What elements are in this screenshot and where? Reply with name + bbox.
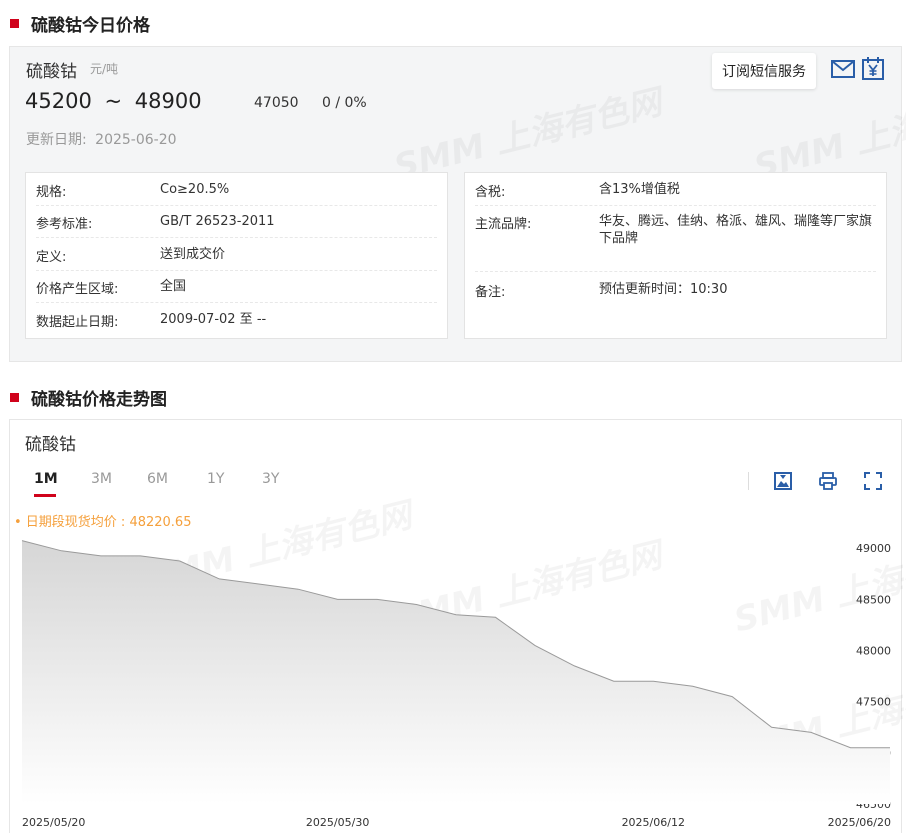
y-tick-label: 47500 bbox=[856, 696, 891, 709]
yuan-calendar-icon[interactable] bbox=[860, 57, 886, 81]
info-key: 规格: bbox=[36, 185, 67, 200]
info-key: 数据起止日期: bbox=[36, 315, 119, 330]
data-point[interactable] bbox=[99, 554, 103, 558]
section-title-text: 硫酸钴价格走势图 bbox=[31, 389, 167, 410]
data-point[interactable] bbox=[138, 554, 142, 558]
data-point[interactable] bbox=[770, 725, 774, 729]
info-value: 送到成交价 bbox=[160, 247, 226, 262]
y-tick-label: 49000 bbox=[856, 542, 891, 555]
info-value: 2009-07-02 至 -- bbox=[160, 312, 267, 327]
update-date-value: 2025-06-20 bbox=[95, 132, 177, 148]
data-point[interactable] bbox=[296, 587, 300, 591]
info-row: 定义: 送到成交价 bbox=[36, 246, 437, 271]
info-row: 规格: Co≥20.5% bbox=[36, 181, 437, 206]
info-value: Co≥20.5% bbox=[160, 182, 230, 197]
price-trend-chart: 465004700047500480004850049000 2025/05/2… bbox=[20, 539, 892, 829]
section-title-price-trend: 硫酸钴价格走势图 bbox=[10, 385, 167, 410]
y-tick-label: 48000 bbox=[856, 645, 891, 658]
data-point[interactable] bbox=[415, 603, 419, 607]
data-point[interactable] bbox=[59, 549, 63, 553]
product-unit: 元/吨 bbox=[90, 62, 119, 76]
subscribe-sms-button[interactable]: 订阅短信服务 bbox=[712, 53, 816, 89]
section-marker bbox=[10, 392, 19, 402]
data-point[interactable] bbox=[454, 613, 458, 617]
x-tick-label: 2025/05/20 bbox=[22, 816, 85, 829]
update-date-label: 更新日期: bbox=[26, 132, 87, 148]
product-name: 硫酸钴 bbox=[26, 62, 77, 82]
section-title-today-price: 硫酸钴今日价格 bbox=[10, 11, 150, 36]
data-point[interactable] bbox=[257, 582, 261, 586]
data-point[interactable] bbox=[849, 746, 853, 750]
info-row: 价格产生区域: 全国 bbox=[36, 278, 437, 303]
x-tick-label: 2025/06/20 bbox=[828, 816, 891, 829]
data-point[interactable] bbox=[612, 679, 616, 683]
data-point[interactable] bbox=[20, 539, 24, 543]
data-point[interactable] bbox=[375, 597, 379, 601]
spec-info-box-left: 规格: Co≥20.5% 参考标准: GB/T 26523-2011 定义: 送… bbox=[25, 172, 448, 339]
mail-icon[interactable] bbox=[830, 57, 856, 81]
chart-panel: 硫酸钴 1M 3M 6M 1Y 3Y • 日期段现货均价 : 48220.65 … bbox=[9, 419, 906, 833]
price-range: 45200 ~ 48900 bbox=[25, 89, 202, 113]
info-key: 定义: bbox=[36, 250, 67, 265]
price-low: 45200 bbox=[25, 89, 92, 113]
info-key: 备注: bbox=[475, 285, 506, 300]
info-key: 参考标准: bbox=[36, 217, 93, 232]
info-key: 主流品牌: bbox=[475, 217, 532, 232]
data-point[interactable] bbox=[336, 597, 340, 601]
info-row: 主流品牌: 华友、腾远、佳纳、格派、雄风、瑞隆等厂家旗下品牌 bbox=[475, 213, 876, 272]
update-date: 更新日期: 2025-06-20 bbox=[26, 129, 177, 149]
x-tick-label: 2025/05/30 bbox=[306, 816, 369, 829]
price-change: 0 / 0% bbox=[322, 95, 367, 111]
data-point[interactable] bbox=[572, 664, 576, 668]
data-point[interactable] bbox=[809, 730, 813, 734]
info-row: 备注: 预估更新时间：10:30 bbox=[475, 281, 876, 306]
data-point[interactable] bbox=[217, 577, 221, 581]
info-value: 全国 bbox=[160, 279, 187, 294]
price-area bbox=[22, 540, 890, 804]
info-value: GB/T 26523-2011 bbox=[160, 214, 275, 229]
info-row: 参考标准: GB/T 26523-2011 bbox=[36, 213, 437, 238]
info-value: 预估更新时间：10:30 bbox=[599, 282, 728, 297]
spec-info-box-right: 含税: 含13%增值税 主流品牌: 华友、腾远、佳纳、格派、雄风、瑞隆等厂家旗下… bbox=[464, 172, 887, 339]
price-panel: SMM 上海有色网 SMM 上海有色网 硫酸钴 元/吨 45200 ~ 4890… bbox=[9, 46, 906, 362]
info-key: 含税: bbox=[475, 185, 506, 200]
price-high: 48900 bbox=[134, 89, 202, 113]
info-row: 数据起止日期: 2009-07-02 至 -- bbox=[36, 311, 437, 336]
data-point[interactable] bbox=[178, 559, 182, 563]
data-point[interactable] bbox=[493, 615, 497, 619]
price-average: 47050 bbox=[254, 95, 299, 111]
x-tick-label: 2025/06/12 bbox=[622, 816, 685, 829]
data-point[interactable] bbox=[888, 746, 892, 750]
info-value: 华友、腾远、佳纳、格派、雄风、瑞隆等厂家旗下品牌 bbox=[599, 214, 873, 246]
section-title-text: 硫酸钴今日价格 bbox=[31, 15, 150, 36]
data-point[interactable] bbox=[651, 679, 655, 683]
data-point[interactable] bbox=[533, 643, 537, 647]
data-point[interactable] bbox=[730, 695, 734, 699]
info-value: 含13%增值税 bbox=[599, 182, 680, 197]
price-tilde: ~ bbox=[104, 89, 123, 113]
info-key: 价格产生区域: bbox=[36, 282, 119, 297]
section-marker bbox=[10, 18, 19, 28]
info-row: 含税: 含13%增值税 bbox=[475, 181, 876, 206]
y-tick-label: 48500 bbox=[856, 593, 891, 606]
data-point[interactable] bbox=[691, 684, 695, 688]
